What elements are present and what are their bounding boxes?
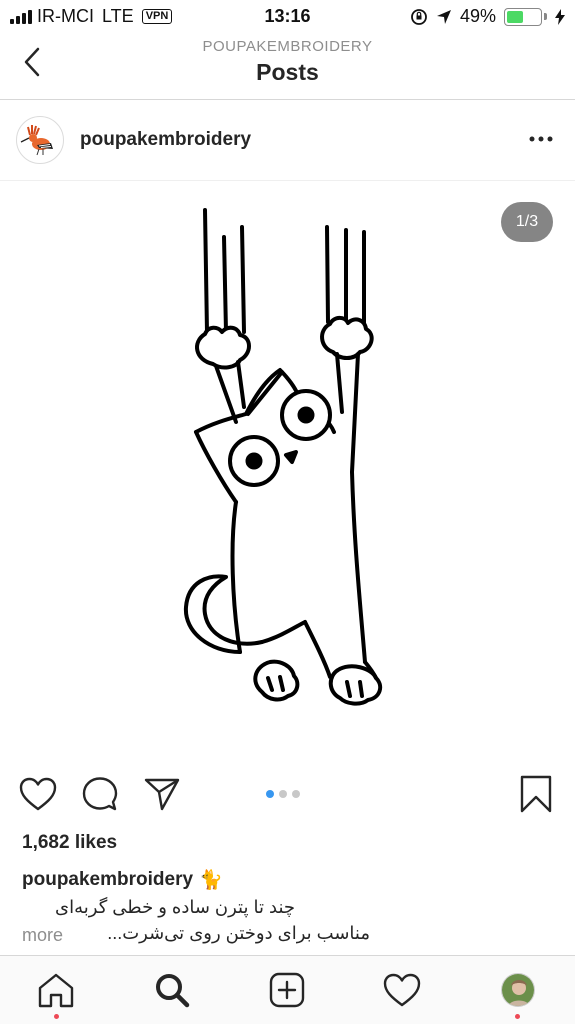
post-avatar[interactable]	[16, 116, 64, 164]
comment-button[interactable]	[80, 774, 120, 814]
more-options-button[interactable]	[523, 129, 559, 149]
post-actions	[0, 770, 575, 818]
orientation-lock-icon	[411, 8, 427, 25]
post-username[interactable]: poupakembroidery	[80, 129, 251, 151]
save-button[interactable]	[516, 774, 556, 814]
status-right: 49%	[410, 6, 565, 27]
battery-icon	[504, 7, 547, 26]
page-title: Posts	[256, 59, 319, 85]
send-icon	[144, 778, 180, 811]
comment-icon	[82, 777, 118, 811]
bookmark-icon	[520, 775, 552, 813]
caption-username[interactable]: poupakembroidery	[22, 869, 193, 891]
charging-icon	[555, 8, 565, 25]
image-counter-badge: 1/3	[501, 202, 553, 242]
post-image[interactable]: 1/3	[0, 182, 575, 757]
cat-illustration	[183, 208, 383, 706]
nav-header: POUPAKEMBROIDERY Posts	[0, 34, 575, 100]
profile-notification-dot	[515, 1014, 520, 1019]
share-button[interactable]	[142, 774, 182, 814]
carousel-dots	[266, 790, 300, 798]
heart-icon	[19, 777, 57, 811]
tab-search[interactable]	[150, 968, 194, 1012]
header-username: POUPAKEMBROIDERY	[202, 38, 373, 55]
profile-avatar	[501, 973, 535, 1007]
add-post-icon	[269, 972, 305, 1008]
more-horizontal-icon	[529, 136, 553, 142]
carousel-dot	[292, 790, 300, 798]
likes-count[interactable]: 1,682 likes	[22, 832, 117, 854]
caption-text-line1: چند تا پترن ساده و خطی گربه‌ای	[55, 897, 295, 917]
home-notification-dot	[54, 1014, 59, 1019]
status-bar: IR-MCI LTE VPN 13:16 49%	[0, 0, 575, 34]
tab-activity[interactable]	[380, 968, 424, 1012]
caption-text-line2: مناسب برای دوختن روی تی‌شرت...	[107, 923, 370, 943]
caption-header: poupakembroidery 🐈	[22, 868, 223, 892]
tab-profile[interactable]	[496, 968, 540, 1012]
location-icon	[436, 9, 451, 24]
post-header: poupakembroidery	[0, 101, 575, 181]
battery-percent: 49%	[459, 6, 496, 26]
tab-home[interactable]	[34, 968, 78, 1012]
cat-emoji: 🐈	[199, 870, 223, 891]
tab-add-post[interactable]	[265, 968, 309, 1012]
home-icon	[38, 973, 74, 1008]
search-icon	[156, 974, 190, 1008]
like-button[interactable]	[18, 774, 58, 814]
carousel-dot	[266, 790, 274, 798]
more-link[interactable]: more	[22, 925, 63, 946]
heart-icon	[383, 973, 421, 1007]
bottom-tab-bar	[0, 955, 575, 1024]
hoopoe-logo	[20, 125, 53, 156]
carousel-dot	[279, 790, 287, 798]
